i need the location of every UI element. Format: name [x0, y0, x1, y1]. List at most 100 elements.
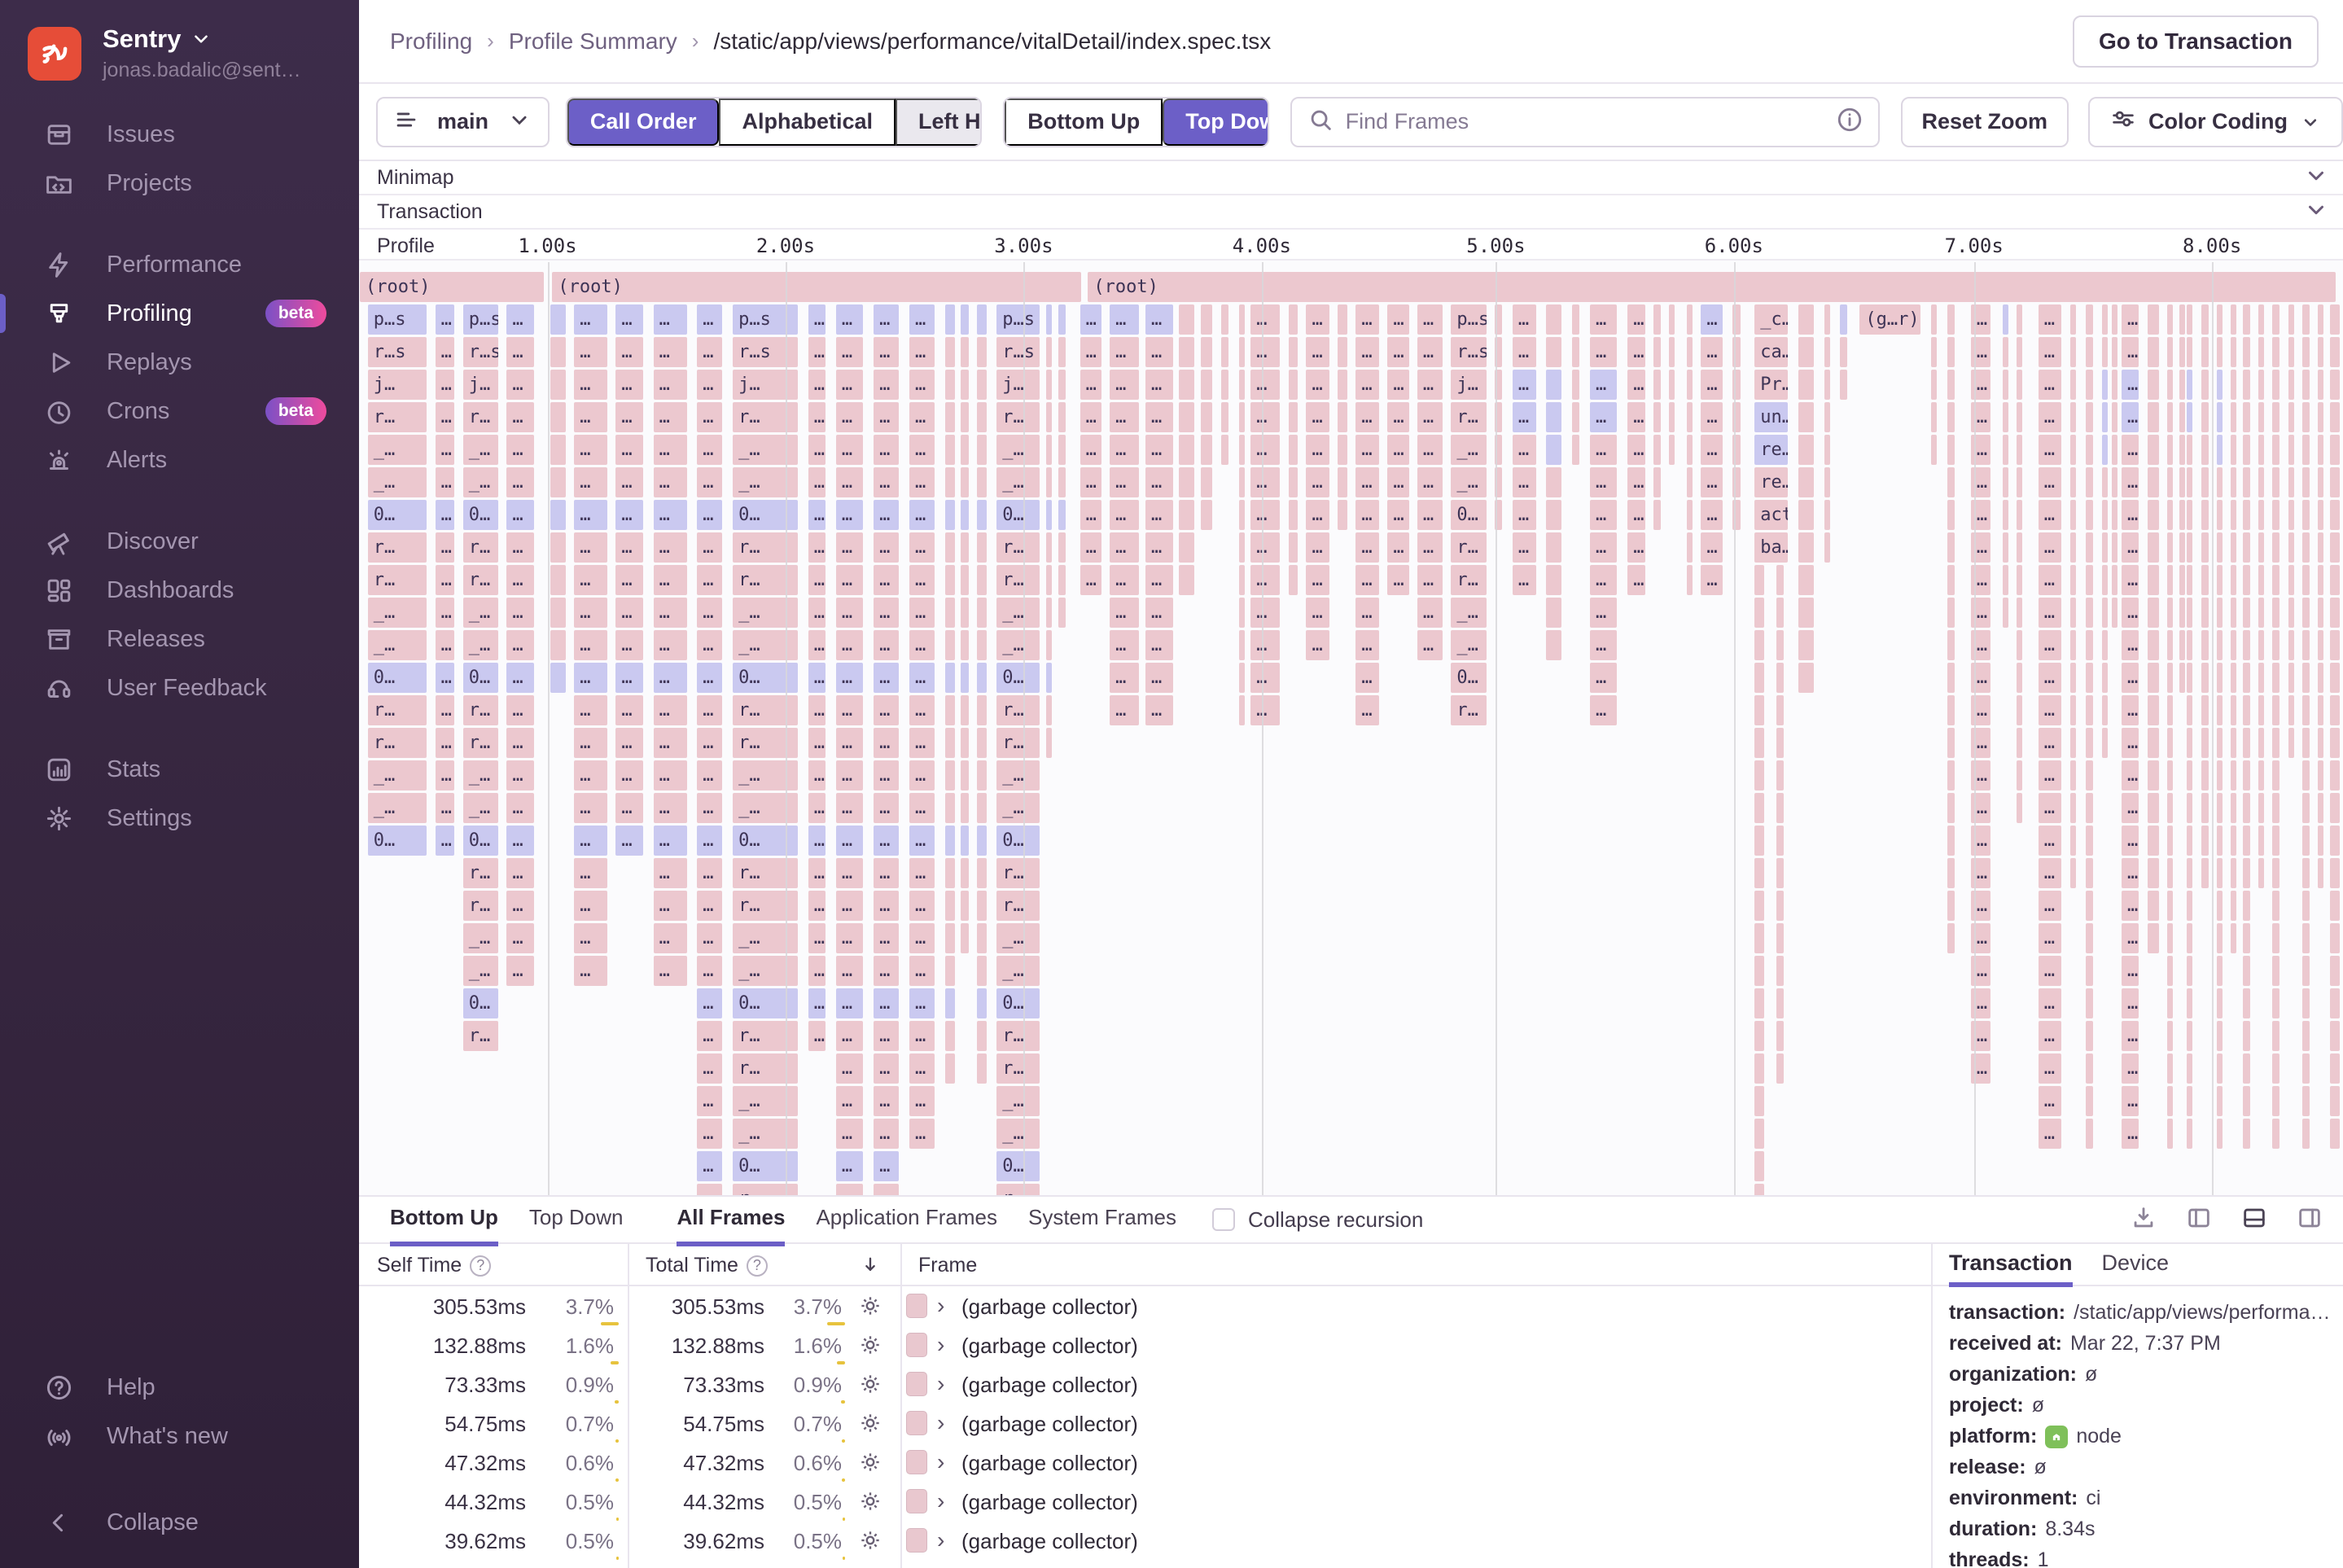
flame-frame-cell[interactable] — [2069, 337, 2076, 367]
flame-frame-cell[interactable]: … — [1080, 337, 1101, 367]
flame-frame-cell[interactable] — [1546, 435, 1562, 465]
flame-frame-cell[interactable]: … — [697, 402, 723, 432]
flame-frame-cell[interactable]: … — [2038, 663, 2062, 693]
flame-frame-cell[interactable]: … — [1627, 370, 1645, 400]
flame-frame-cell[interactable] — [1179, 402, 1195, 432]
flame-frame-cell[interactable]: … — [835, 728, 864, 758]
flame-frame-cell[interactable] — [2329, 337, 2340, 367]
flame-frame-cell[interactable]: … — [1306, 435, 1330, 465]
flame-frame-cell[interactable]: … — [574, 826, 608, 856]
flame-frame-cell[interactable] — [2201, 304, 2209, 335]
flame-frame-cell[interactable] — [1947, 630, 1955, 660]
flame-frame-cell[interactable] — [1776, 858, 1785, 888]
flame-frame-cell[interactable] — [2242, 565, 2250, 595]
flame-frame-cell[interactable] — [2217, 728, 2223, 758]
flame-frame-cell[interactable] — [2258, 728, 2265, 758]
flame-frame-cell[interactable]: … — [574, 435, 608, 465]
flame-frame-cell[interactable]: … — [909, 695, 935, 725]
flame-frame-cell[interactable] — [1754, 728, 1764, 758]
flame-frame-cell[interactable] — [2329, 467, 2340, 497]
flame-frame-cell[interactable] — [2069, 858, 2076, 888]
flame-frame-cell[interactable]: _… — [733, 1086, 798, 1116]
flame-frame-cell[interactable] — [2242, 988, 2250, 1018]
flame-frame-cell[interactable] — [2217, 988, 2223, 1018]
flame-frame-cell[interactable]: … — [874, 695, 900, 725]
flame-frame-cell[interactable] — [2086, 923, 2094, 953]
flame-frame-cell[interactable]: … — [1417, 467, 1443, 497]
flame-frame-cell[interactable]: … — [506, 858, 534, 888]
flame-frame-cell[interactable] — [944, 923, 955, 953]
flame-frame-cell[interactable]: … — [1417, 304, 1443, 335]
flame-frame-cell[interactable] — [2301, 793, 2310, 823]
flame-frame-cell[interactable]: … — [653, 565, 687, 595]
flame-frame-cell[interactable] — [2069, 826, 2076, 856]
flame-frame-cell[interactable]: … — [697, 1021, 723, 1051]
flame-frame-cell[interactable] — [2101, 467, 2108, 497]
flame-frame-cell[interactable]: _… — [462, 793, 499, 823]
flame-frame-cell[interactable]: … — [2122, 695, 2139, 725]
flame-frame-cell[interactable] — [1931, 370, 1938, 400]
flame-frame-cell[interactable] — [2272, 500, 2280, 530]
flame-frame-cell[interactable] — [1046, 728, 1053, 758]
flame-frame-cell[interactable] — [961, 467, 969, 497]
flame-frame-cell[interactable]: … — [2122, 337, 2139, 367]
flame-frame-cell[interactable] — [976, 891, 987, 921]
flame-frame-cell[interactable] — [1288, 532, 1299, 563]
tab-bottom-up[interactable]: Bottom Up — [390, 1194, 498, 1246]
flame-frame-cell[interactable] — [944, 663, 955, 693]
flame-frame-cell[interactable]: r… — [733, 532, 798, 563]
flame-frame-cell[interactable] — [2329, 1119, 2340, 1149]
flame-frame-cell[interactable] — [2301, 304, 2310, 335]
flame-frame-cell[interactable]: … — [1387, 337, 1409, 367]
flame-frame-cell[interactable] — [2231, 826, 2237, 856]
flame-frame-cell[interactable] — [1754, 826, 1764, 856]
flame-frame-cell[interactable]: … — [2122, 304, 2139, 335]
flame-frame-cell[interactable]: … — [835, 826, 864, 856]
flame-frame-cell[interactable] — [2272, 923, 2280, 953]
flame-frame-cell[interactable] — [2002, 467, 2008, 497]
flame-frame-cell[interactable]: … — [1145, 630, 1173, 660]
flame-frame-cell[interactable]: … — [874, 598, 900, 628]
flame-frame-cell[interactable]: _… — [996, 435, 1040, 465]
flame-frame-cell[interactable] — [1046, 370, 1053, 400]
flame-frame-cell[interactable] — [944, 598, 955, 628]
flame-frame-cell[interactable]: … — [2038, 728, 2062, 758]
flame-frame-cell[interactable] — [2111, 304, 2117, 335]
flame-frame-cell[interactable]: … — [1250, 304, 1281, 335]
flame-frame-cell[interactable]: … — [1306, 304, 1330, 335]
flame-frame-cell[interactable] — [2167, 988, 2174, 1018]
sidebar-item-stats[interactable]: Stats — [0, 745, 359, 794]
flame-frame-cell[interactable]: … — [835, 858, 864, 888]
flame-frame-cell[interactable]: _… — [733, 923, 798, 953]
flame-frame-cell[interactable] — [2272, 728, 2280, 758]
flame-frame-cell[interactable]: 0… — [733, 988, 798, 1018]
flame-frame-cell[interactable] — [2231, 500, 2237, 530]
flame-frame-cell[interactable] — [1288, 565, 1299, 595]
flame-frame-cell[interactable] — [2147, 728, 2159, 758]
flame-frame-cell[interactable] — [961, 304, 969, 335]
flame-frame-cell[interactable] — [2318, 565, 2324, 595]
flame-frame-cell[interactable]: … — [2122, 891, 2139, 921]
flame-frame-cell[interactable] — [2187, 1053, 2193, 1084]
flame-frame-cell[interactable]: … — [697, 630, 723, 660]
flame-frame-cell[interactable] — [2187, 402, 2193, 432]
flame-frame-cell[interactable] — [2288, 565, 2294, 595]
flame-frame-cell[interactable]: … — [1589, 695, 1618, 725]
flame-frame-cell[interactable] — [2016, 402, 2022, 432]
flame-frame-cell[interactable] — [2272, 793, 2280, 823]
flame-frame-cell[interactable]: p…s — [367, 304, 427, 335]
flame-frame-cell[interactable]: … — [835, 695, 864, 725]
sidebar-item-settings[interactable]: Settings — [0, 794, 359, 843]
flame-frame-cell[interactable] — [1947, 304, 1955, 335]
chevron-down-icon[interactable] — [2304, 164, 2328, 192]
flame-frame-cell[interactable] — [2187, 728, 2193, 758]
flame-frame-cell[interactable] — [2069, 370, 2076, 400]
flame-frame-cell[interactable]: … — [506, 663, 534, 693]
flame-frame-cell[interactable]: … — [697, 304, 723, 335]
flame-frame-cell[interactable]: … — [1355, 565, 1380, 595]
flame-frame-cell[interactable] — [2242, 1119, 2250, 1149]
flame-frame-cell[interactable]: … — [435, 435, 455, 465]
flame-frame-cell[interactable]: … — [2038, 923, 2062, 953]
flame-frame-cell[interactable]: … — [1417, 370, 1443, 400]
flame-frame-cell[interactable]: … — [653, 858, 687, 888]
